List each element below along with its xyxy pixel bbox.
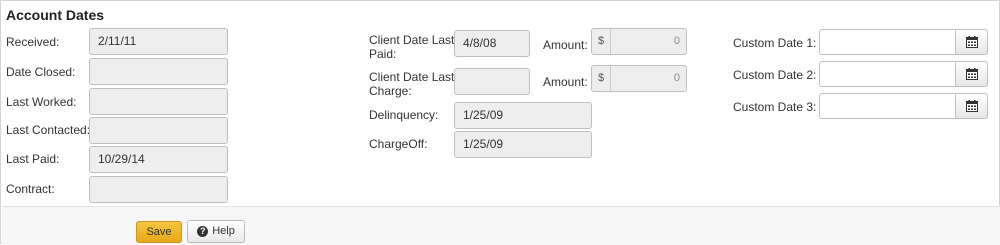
last-contacted-field — [89, 117, 228, 144]
last-worked-label: Last Worked: — [6, 95, 77, 109]
question-circle-icon: ? — [197, 226, 209, 237]
section-title: Account Dates — [6, 7, 105, 23]
received-field: 2/11/11 — [89, 28, 228, 55]
custom-date-3-calendar-button[interactable] — [956, 93, 988, 119]
currency-symbol: $ — [592, 29, 611, 54]
client-date-last-charge-label-line1: Client Date Last — [369, 70, 455, 84]
delinquency-label: Delinquency: — [369, 108, 439, 122]
help-button[interactable]: ? Help — [187, 220, 245, 243]
amount-charge-label: Amount: — [543, 75, 588, 89]
last-contacted-label: Last Contacted: — [6, 123, 91, 137]
client-date-last-charge-label: Client Date Last Charge: — [369, 70, 454, 98]
client-date-last-paid-label-line1: Client Date Last — [369, 33, 455, 47]
account-dates-panel: Account Dates Received: 2/11/11 Date Clo… — [0, 0, 1000, 245]
custom-date-1-label: Custom Date 1: — [733, 36, 817, 50]
amount-paid-label: Amount: — [543, 38, 588, 52]
calendar-icon — [965, 100, 978, 112]
date-closed-label: Date Closed: — [6, 65, 76, 79]
last-worked-field — [89, 88, 228, 115]
custom-date-3-label: Custom Date 3: — [733, 100, 817, 114]
contract-field — [89, 176, 228, 203]
chargeoff-field: 1/25/09 — [454, 131, 592, 158]
last-paid-field: 10/29/14 — [89, 146, 228, 173]
client-date-last-charge-label-line2: Charge: — [369, 84, 412, 98]
calendar-icon — [965, 36, 978, 48]
help-button-label: Help — [212, 225, 235, 237]
custom-date-2-input[interactable] — [819, 61, 956, 87]
footer-bar: Save ? Help — [2, 206, 1000, 245]
last-paid-label: Last Paid: — [6, 152, 60, 166]
client-date-last-paid-label-line2: Paid: — [369, 47, 397, 61]
amount-paid-value: 0 — [673, 35, 680, 47]
date-closed-field — [89, 58, 228, 85]
amount-charge-field: $ 0 — [591, 65, 687, 92]
currency-symbol: $ — [592, 66, 611, 91]
custom-date-1-input[interactable] — [819, 29, 956, 55]
custom-date-1-calendar-button[interactable] — [956, 29, 988, 55]
chargeoff-label: ChargeOff: — [369, 137, 428, 151]
received-label: Received: — [6, 35, 60, 49]
save-button[interactable]: Save — [136, 221, 182, 243]
client-date-last-paid-field: 4/8/08 — [454, 30, 530, 57]
amount-charge-value: 0 — [673, 72, 680, 84]
delinquency-field: 1/25/09 — [454, 102, 592, 129]
amount-paid-field: $ 0 — [591, 28, 687, 55]
custom-date-2-calendar-button[interactable] — [956, 61, 988, 87]
client-date-last-paid-label: Client Date Last Paid: — [369, 33, 454, 61]
client-date-last-charge-field — [454, 68, 530, 95]
custom-date-3-input[interactable] — [819, 93, 956, 119]
custom-date-2-label: Custom Date 2: — [733, 68, 817, 82]
calendar-icon — [965, 68, 978, 80]
contract-label: Contract: — [6, 182, 55, 196]
